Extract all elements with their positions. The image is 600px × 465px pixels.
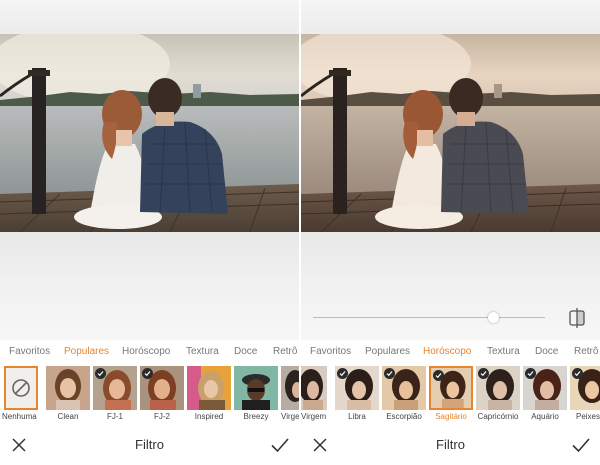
checkmark-badge-icon [95, 368, 106, 379]
filter-label-libra: Libra [348, 412, 366, 421]
filter-thumb-escorpiao[interactable] [382, 366, 426, 410]
portrait-thumbnail [46, 366, 90, 410]
filter-thumb-nenhuma[interactable] [4, 366, 38, 410]
filter-comparison-screen: Favoritos Populares Horóscopo Textura Do… [0, 0, 600, 465]
tab-retro[interactable]: Retrô [273, 346, 297, 357]
tab-favoritos[interactable]: Favoritos [9, 346, 50, 357]
right-editor-panel: Favoritos Populares Horóscopo Textura Do… [301, 0, 600, 465]
filter-thumb-virgem[interactable] [281, 366, 299, 410]
filter-label-fj-2: FJ-2 [154, 412, 170, 421]
filter-thumb-virgem[interactable] [301, 366, 327, 410]
top-fog [0, 0, 299, 34]
portrait-thumbnail [187, 366, 231, 410]
filter-label-breezy: Breezy [243, 412, 269, 421]
tab-populares[interactable]: Populares [365, 346, 410, 357]
bottom-action-bar: Filtro [0, 426, 299, 465]
filter-label-sagitario: Sagitário [435, 412, 467, 421]
filter-label-nenhuma: Nenhuma [2, 412, 37, 421]
filter-thumb-inspired[interactable] [187, 366, 231, 410]
filter-label-escorpiao: Escorpião [386, 412, 422, 421]
filter-category-tabs: Favoritos Populares Horóscopo Textura Do… [0, 340, 299, 364]
portrait-thumbnail [281, 366, 299, 410]
top-fog [301, 0, 600, 34]
filter-thumb-fj-2[interactable] [140, 366, 184, 410]
checkmark-badge-icon [525, 368, 536, 379]
filter-category-tabs: Favoritos Populares Horóscopo Textura Do… [301, 340, 600, 364]
filter-label-fj-1: FJ-1 [107, 412, 123, 421]
tab-retro[interactable]: Retrô [574, 346, 598, 357]
tab-doce[interactable]: Doce [234, 346, 257, 357]
filter-label-inspired: Inspired [194, 412, 224, 421]
photo-preview-filtered[interactable] [301, 34, 600, 232]
portrait-thumbnail [301, 366, 327, 410]
filter-thumb-clean[interactable] [46, 366, 90, 410]
filter-label-virgem: Virgem [301, 412, 327, 421]
tab-textura[interactable]: Textura [487, 346, 520, 357]
checkmark-badge-icon [478, 368, 489, 379]
filter-label-capricornio: Capricórnio [477, 412, 519, 421]
filter-label-virgem: Virgem [281, 412, 299, 421]
slider-thumb[interactable] [488, 312, 500, 323]
checkmark-badge-icon [384, 368, 395, 379]
tab-horoscopo[interactable]: Horóscopo [122, 346, 170, 357]
screen-title: Filtro [436, 437, 465, 452]
couple-on-pier-photo [0, 34, 299, 232]
compare-icon[interactable] [566, 307, 588, 329]
tab-favoritos[interactable]: Favoritos [310, 346, 351, 357]
tab-populares[interactable]: Populares [64, 346, 109, 357]
checkmark-icon[interactable] [571, 436, 591, 454]
portrait-thumbnail [234, 366, 278, 410]
screen-title: Filtro [135, 437, 164, 452]
filter-label-peixes: Peixes [575, 412, 600, 421]
photo-preview-original[interactable] [0, 34, 299, 232]
filter-label-aquario: Aquário [531, 412, 559, 421]
filter-thumbnail-strip: Virgem Libra Escorpião Sagitário Capricó… [301, 364, 600, 426]
filter-thumb-aquario[interactable] [523, 366, 567, 410]
tab-horoscopo[interactable]: Horóscopo [423, 346, 471, 357]
checkmark-badge-icon [572, 368, 583, 379]
slider-track[interactable] [313, 317, 545, 318]
filter-thumb-peixes[interactable] [570, 366, 600, 410]
filter-thumb-libra[interactable] [335, 366, 379, 410]
filter-thumb-breezy[interactable] [234, 366, 278, 410]
left-editor-panel: Favoritos Populares Horóscopo Textura Do… [0, 0, 299, 465]
bottom-action-bar: Filtro [301, 426, 600, 465]
couple-on-pier-photo-sagitario [301, 34, 600, 232]
tab-doce[interactable]: Doce [535, 346, 558, 357]
bottom-fog [0, 232, 299, 340]
filter-thumb-capricornio[interactable] [476, 366, 520, 410]
filter-thumb-fj-1[interactable] [93, 366, 137, 410]
filter-thumb-sagitario[interactable] [429, 366, 473, 410]
checkmark-badge-icon [433, 370, 444, 381]
no-filter-icon [12, 379, 30, 397]
checkmark-icon[interactable] [270, 436, 290, 454]
filter-intensity-slider[interactable] [301, 300, 600, 336]
filter-label-clean: Clean [57, 412, 79, 421]
filter-thumbnail-strip: Nenhuma Clean FJ-1 FJ-2 Inspired Breezy … [0, 364, 299, 426]
checkmark-badge-icon [337, 368, 348, 379]
checkmark-badge-icon [142, 368, 153, 379]
tab-textura[interactable]: Textura [186, 346, 219, 357]
